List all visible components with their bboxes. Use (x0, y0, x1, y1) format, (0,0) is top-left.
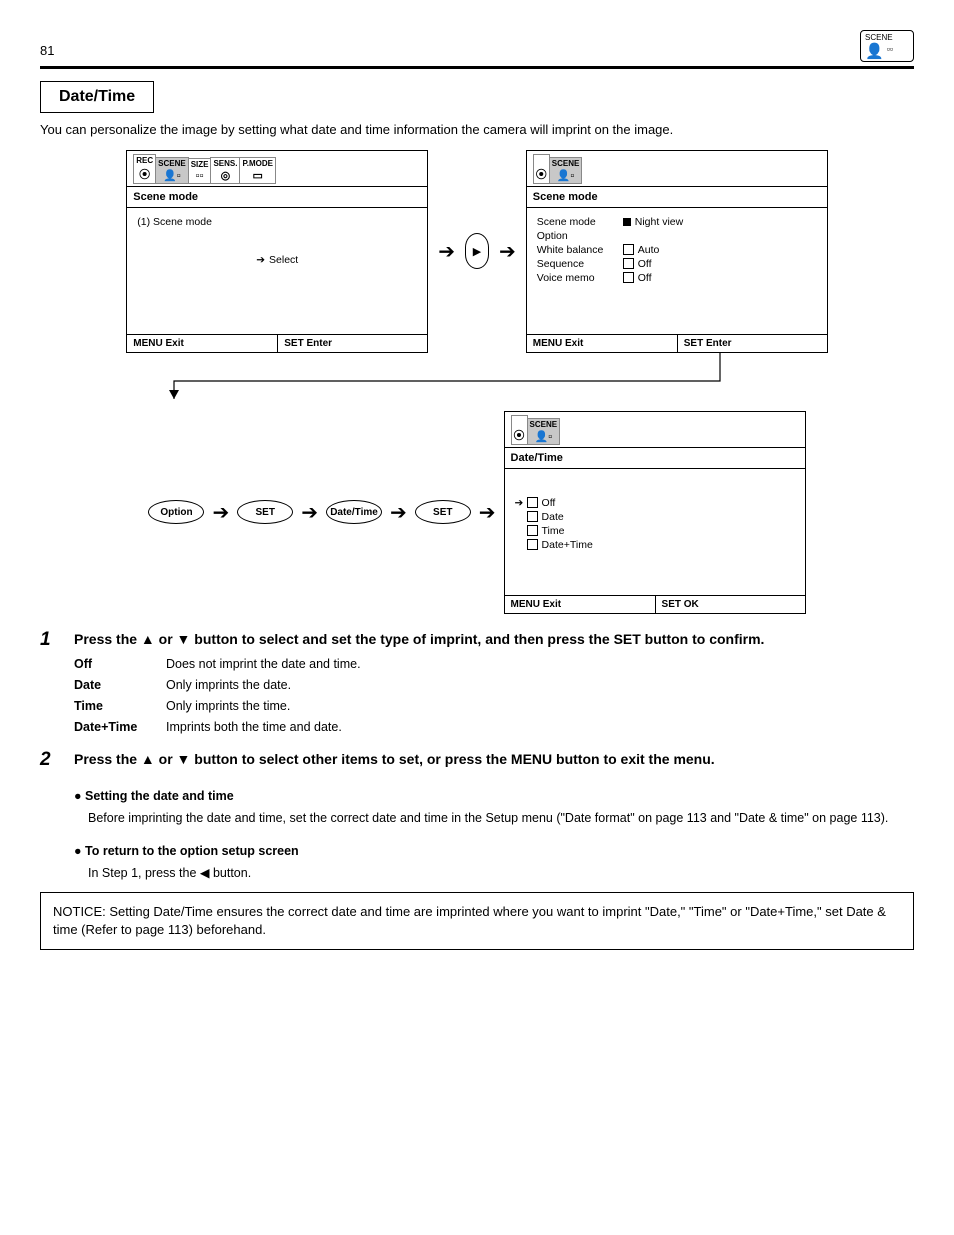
screen-b: ⦿ SCENE👤▫ Scene mode Scene mode Night vi… (526, 150, 828, 353)
step-2: 2 Press the ▲ or ▼ button to select othe… (40, 750, 914, 769)
scene-mode-tab-icon: SCENE 👤 ▫▫ (860, 30, 914, 62)
scene-icon: 👤▫ (557, 169, 575, 182)
step-heading: Press the ▲ or ▼ button to select other … (74, 750, 715, 769)
section-title: Date/Time (40, 81, 154, 113)
step-heading: Press the ▲ or ▼ button to select and se… (74, 630, 764, 649)
step-number: 1 (40, 630, 64, 649)
right-button[interactable]: ▶ (465, 233, 489, 269)
screen-c-title: Date/Time (505, 448, 805, 469)
header-rule (40, 66, 914, 69)
notice-box: NOTICE: Setting Date/Time ensures the co… (40, 892, 914, 950)
path-pill: Date/Time (326, 500, 382, 524)
scene-icon: 👤▫ (535, 430, 553, 443)
screen-a-title: Scene mode (127, 187, 427, 208)
arrow-right-icon: ➔ (438, 239, 455, 264)
page-number: 81 (40, 43, 54, 58)
rec-icon: ⦿ (139, 166, 150, 182)
rec-icon: ⦿ (536, 166, 547, 182)
screen-flow-top: REC⦿ SCENE👤▫ SIZE▫▫ SENS.◎ P.MODE▭ Scene… (40, 150, 914, 353)
arrow-right-icon: ➔ (301, 500, 318, 525)
path-pill: SET (415, 500, 471, 524)
cursor-icon: ➔ (515, 497, 523, 509)
option-list: OffDoes not imprint the date and time. D… (74, 655, 914, 737)
arrow-right-icon: ➔ (479, 500, 496, 525)
size-icon: ▫▫ (196, 170, 204, 182)
screen-c: ⦿ SCENE👤▫ Date/Time ➔ Off Date Time Date… (504, 411, 806, 614)
cursor-icon (623, 218, 631, 226)
scene-icon: 👤▫ (163, 169, 181, 182)
pmode-icon: ▭ (253, 169, 263, 182)
arrow-right-icon: ➔ (212, 500, 229, 525)
rec-icon: ⦿ (514, 427, 525, 443)
nav-path: Option ➔ SET ➔ Date/Time ➔ SET ➔ ⦿ SCENE… (40, 411, 914, 614)
arrow-right-icon: ➔ (390, 500, 407, 525)
flow-connector (160, 353, 780, 407)
step-number: 2 (40, 750, 64, 769)
path-pill: Option (148, 500, 204, 524)
screen-a: REC⦿ SCENE👤▫ SIZE▫▫ SENS.◎ P.MODE▭ Scene… (126, 150, 428, 353)
note-return: ● To return to the option setup screen I… (74, 842, 914, 882)
person-icon: 👤 (865, 44, 884, 59)
note-set-datetime: ● Setting the date and time Before impri… (74, 787, 914, 827)
path-pill: SET (237, 500, 293, 524)
arrow-right-icon: ➔ (499, 239, 516, 264)
screen-b-title: Scene mode (527, 187, 827, 208)
intro-text: You can personalize the image by setting… (40, 121, 914, 140)
step-1: 1 Press the ▲ or ▼ button to select and … (40, 630, 914, 737)
sens-icon: ◎ (221, 169, 231, 182)
